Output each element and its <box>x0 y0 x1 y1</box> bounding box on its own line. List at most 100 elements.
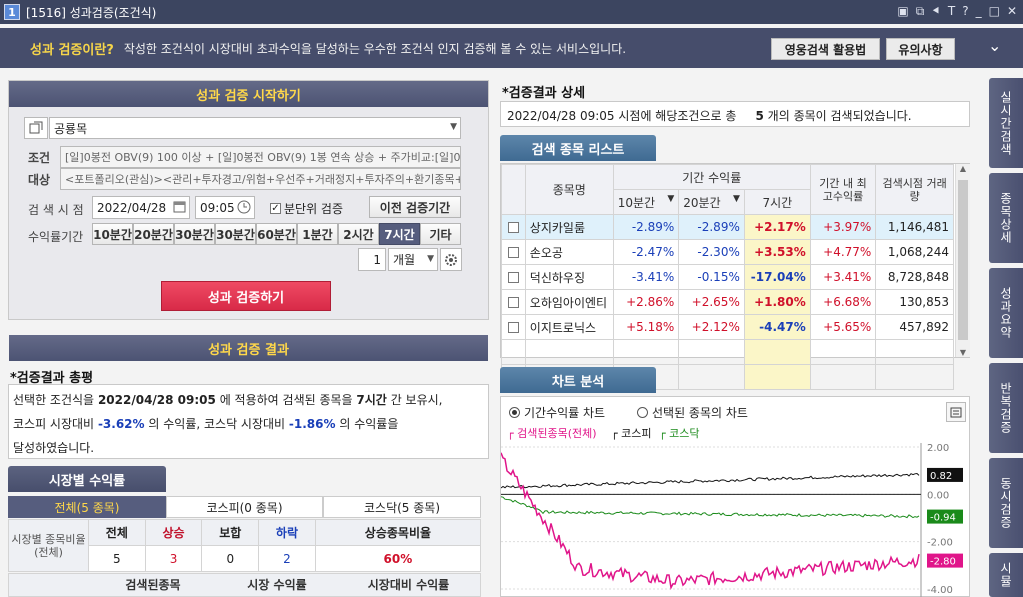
col-20min[interactable]: 20분간 ▼ <box>678 189 745 215</box>
side-tab-repeat[interactable]: 반복검증 <box>989 363 1023 453</box>
dropdown-arrow-icon[interactable]: ▼ <box>450 122 457 132</box>
col-7h: 7시간 <box>743 189 811 215</box>
stock-name[interactable]: 덕신하우징 <box>524 264 614 290</box>
minimize-icon[interactable]: _ <box>976 4 982 19</box>
condition-select[interactable]: 공룡목 ▼ <box>49 117 461 139</box>
table-row[interactable]: 덕신하우징 -3.41% -0.15% -17.04% +3.41% 8,728,848 <box>501 264 954 290</box>
count-input[interactable]: 1 <box>358 248 386 271</box>
return-10min: -2.89% <box>612 214 680 240</box>
scroll-thumb[interactable] <box>958 180 968 340</box>
col-flat: 보합 <box>201 519 260 546</box>
refresh-icon[interactable] <box>24 117 48 139</box>
stock-name[interactable]: 손오공 <box>524 239 614 265</box>
pin-icon[interactable]: ⯇ <box>931 4 941 19</box>
chart-tab[interactable]: 차트 분석 <box>500 367 656 393</box>
chart-panel: 기간수익률 차트 선택된 종목의 차트 ┌ 검색된종목(전체) ┌ 코스피 ┌ 코스… <box>500 396 970 597</box>
period-30min[interactable]: 30분간 <box>174 223 215 245</box>
banner-question: 성과 검증이란? <box>30 42 114 58</box>
col-10min[interactable]: 10분간 ▼ <box>612 189 680 215</box>
run-verify-button[interactable]: 성과 검증하기 <box>161 281 331 311</box>
table-row[interactable]: 상지카일룸 -2.89% -2.89% +2.17% +3.97% 1,146,481 <box>501 214 954 240</box>
summary-line3: 달성하였습니다. <box>13 441 95 455</box>
row-checkbox[interactable] <box>501 289 526 315</box>
window-controls: ▣ ⧉ ⯇ T ? _ □ ✕ <box>897 4 1017 19</box>
side-tab-simulation[interactable]: 시뮬 <box>989 553 1023 597</box>
date-input[interactable]: 2022/04/28 <box>92 196 190 219</box>
stock-list-tab[interactable]: 검색 종목 리스트 <box>500 135 656 161</box>
gear-icon[interactable] <box>440 248 462 271</box>
table-row[interactable]: 손오공 -2.47% -2.30% +3.53% +4.77% 1,068,244 <box>501 239 954 265</box>
y-tick-0: 2.00 <box>927 443 949 454</box>
close-icon[interactable]: ✕ <box>1007 4 1017 19</box>
period-other[interactable]: 기타 <box>420 223 461 245</box>
period-10min[interactable]: 10분간 <box>92 223 133 245</box>
radio-stock-chart[interactable]: 선택된 종목의 차트 <box>637 404 748 421</box>
series-kosdaq <box>501 496 920 519</box>
side-tab-summary[interactable]: 성과요약 <box>989 268 1023 358</box>
period-2h[interactable]: 2시간 <box>338 223 379 245</box>
period-1h[interactable]: 1분간 <box>297 223 338 245</box>
subtab-kosdaq[interactable]: 코스닥(5 종목) <box>323 496 481 518</box>
row-checkbox[interactable] <box>501 264 526 290</box>
stock-name[interactable]: 상지카일룸 <box>524 214 614 240</box>
checkbox-icon <box>507 247 519 258</box>
screen-icon[interactable]: ▣ <box>897 4 908 19</box>
market-table: 시장별 종목비율 (전체) 전체 상승 보합 하락 상승종목비율 5 3 0 2… <box>8 519 482 572</box>
row-checkbox[interactable] <box>501 239 526 265</box>
side-tab-realtime[interactable]: 실시간검색 <box>989 78 1023 168</box>
market-return-tab[interactable]: 시장별 수익률 <box>8 466 166 492</box>
stock-name[interactable]: 이지트로닉스 <box>524 314 614 340</box>
side-tab-simultaneous[interactable]: 동시검증 <box>989 458 1023 548</box>
return-20min: -2.30% <box>678 239 745 265</box>
table-row[interactable]: 오하임아이엔티 +2.86% +2.65% +1.80% +6.68% 130,853 <box>501 289 954 315</box>
end-marker-label-0: 0.82 <box>930 471 952 482</box>
col-volume: 검색시점 거래량 <box>875 164 954 215</box>
end-marker-label-1: -0.94 <box>930 513 956 524</box>
text-icon[interactable]: T <box>948 4 955 19</box>
return-10min: +2.86% <box>612 289 680 315</box>
maximize-icon[interactable]: □ <box>989 4 1000 19</box>
radio1-label: 기간수익률 차트 <box>524 406 606 420</box>
guide-button[interactable]: 영웅검색 활용법 <box>771 38 880 60</box>
side-tab-detail[interactable]: 종목상세 <box>989 173 1023 263</box>
return-chart[interactable]: ┌ 검색된종목(전체) ┌ 코스피 ┌ 코스닥 2.00 0.00 -2.00 -4.00 0… <box>501 425 969 597</box>
radio2-label: 선택된 종목의 차트 <box>652 406 748 420</box>
minute-check[interactable]: ✓ 분단위 검증 <box>270 200 343 217</box>
notice-button[interactable]: 유의사항 <box>886 38 955 60</box>
return-10min: -2.47% <box>612 239 680 265</box>
table-row[interactable]: 이지트로닉스 +5.18% +2.12% -4.47% +5.65% 457,892 <box>501 314 954 340</box>
help-icon[interactable]: ? <box>962 4 968 19</box>
row-checkbox[interactable] <box>501 314 526 340</box>
period-30min-2[interactable]: 30분간 <box>215 223 256 245</box>
period-7h[interactable]: 7시간 <box>379 223 420 245</box>
time-value: 09:05 <box>200 200 235 215</box>
empty-row <box>501 339 954 365</box>
time-input[interactable]: 09:05 <box>195 196 255 219</box>
checkbox-checked-icon[interactable]: ✓ <box>270 203 281 214</box>
copy-icon[interactable]: ⧉ <box>916 4 925 19</box>
return-7h: +2.17% <box>743 214 811 240</box>
subtab-kospi[interactable]: 코스피(0 종목) <box>166 496 323 518</box>
scrollbar[interactable]: ▲ ▼ <box>955 164 970 357</box>
radio-period-chart[interactable]: 기간수익률 차트 <box>509 404 605 421</box>
period-20min[interactable]: 20분간 <box>133 223 174 245</box>
calendar-icon[interactable] <box>173 200 186 216</box>
window-title: [1516] 성과검증(조건식) <box>26 5 157 20</box>
dropdown-arrow-icon[interactable]: ▼ <box>427 254 434 264</box>
stock-table: 종목명 기간 수익률 기간 내 최고수익률 검색시점 거래량 10분간 ▼ 20분… <box>501 164 954 390</box>
chart-menu-icon[interactable] <box>946 402 966 422</box>
unit-select[interactable]: 개월 ▼ <box>388 248 438 271</box>
stock-name[interactable]: 오하임아이엔티 <box>524 289 614 315</box>
clock-icon[interactable] <box>237 200 251 217</box>
return-20min: -2.89% <box>678 214 745 240</box>
prev-period-button[interactable]: 이전 검증기간 <box>369 196 461 218</box>
subtab-all[interactable]: 전체(5 종목) <box>8 496 166 518</box>
chevron-down-icon[interactable]: ⌄ <box>988 36 1001 55</box>
period-60min[interactable]: 60분간 <box>256 223 297 245</box>
val-flat: 0 <box>201 545 260 572</box>
col-searched: 검색된종목 <box>125 578 181 592</box>
return-20min: +2.65% <box>678 289 745 315</box>
col-max-return: 기간 내 최고수익률 <box>809 164 877 215</box>
legend-2: ┌ 코스닥 <box>659 427 699 440</box>
row-checkbox[interactable] <box>501 214 526 240</box>
